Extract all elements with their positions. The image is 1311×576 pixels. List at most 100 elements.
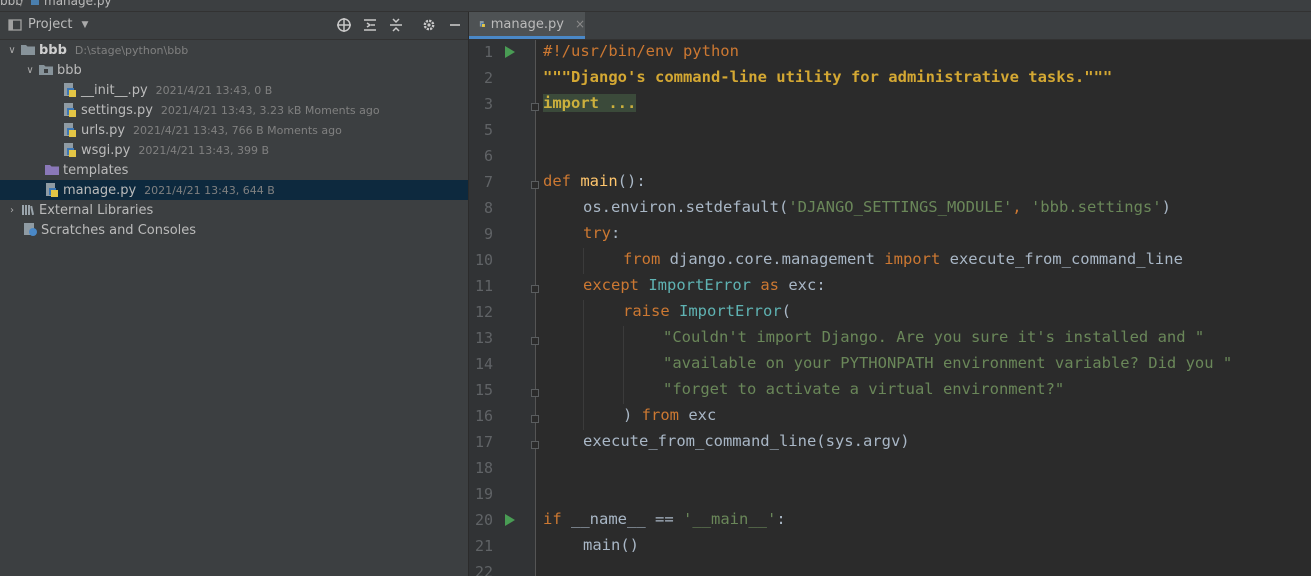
run-icon[interactable] <box>505 514 515 526</box>
python-file-icon <box>64 123 76 137</box>
line-number: 19 <box>474 485 493 503</box>
line-number: 1 <box>483 43 493 61</box>
tree-item-folder[interactable]: templates <box>0 160 468 180</box>
tree-item-label: bbb <box>39 42 67 58</box>
line-number: 12 <box>474 303 493 321</box>
expand-all-icon[interactable] <box>361 16 379 34</box>
fold-icon[interactable] <box>531 103 539 111</box>
indent-guide <box>623 326 624 404</box>
project-view-selector[interactable]: Project ▼ <box>8 17 88 32</box>
tree-item-file[interactable]: urls.py 2021/4/21 13:43, 766 B Moments a… <box>0 120 468 140</box>
line-number: 11 <box>474 277 493 295</box>
line-number: 20 <box>474 511 493 529</box>
tree-item-root[interactable]: ∨ bbb D:\stage\python\bbb <box>0 40 468 60</box>
code-line: if __name__ == '__main__': <box>543 510 786 528</box>
fold-icon[interactable] <box>531 181 539 189</box>
folder-icon <box>21 45 35 55</box>
tree-item-label: urls.py <box>81 122 126 138</box>
line-number: 13 <box>474 329 493 347</box>
project-panel-title: Project <box>28 17 73 32</box>
tree-item-meta: 2021/4/21 13:43, 766 B Moments ago <box>133 123 342 137</box>
code-line: try: <box>583 224 621 242</box>
chevron-right-icon[interactable]: › <box>6 205 18 216</box>
chevron-down-icon[interactable]: ∨ <box>24 65 36 76</box>
project-panel: Project ▼ ∨ bbb D:\stage\python\bbb ∨ bb… <box>0 12 468 576</box>
tree-item-file[interactable]: settings.py 2021/4/21 13:43, 3.23 kB Mom… <box>0 100 468 120</box>
fold-icon[interactable] <box>531 415 539 423</box>
folded-imports[interactable]: import ... <box>543 94 637 112</box>
code-line: os.environ.setdefault('DJANGO_SETTINGS_M… <box>583 198 1171 216</box>
indent-guide <box>583 300 584 430</box>
tree-item-external-libraries[interactable]: › External Libraries <box>0 200 468 220</box>
code-line: """Django's command-line utility for adm… <box>543 68 1113 86</box>
tree-item-label: Scratches and Consoles <box>41 222 197 238</box>
python-file-icon <box>64 103 76 117</box>
tree-item-meta: 2021/4/21 13:43, 399 B <box>138 143 269 157</box>
tree-item-package[interactable]: ∨ bbb <box>0 60 468 80</box>
tab-manage-py[interactable]: manage.py × <box>469 12 585 39</box>
line-number: 7 <box>483 173 493 191</box>
code-line: main() <box>583 536 639 554</box>
tree-item-scratches[interactable]: Scratches and Consoles <box>0 220 468 240</box>
python-file-icon <box>64 143 76 157</box>
locate-icon[interactable] <box>335 16 353 34</box>
code-line: from django.core.management import execu… <box>623 250 1183 268</box>
tree-item-label: manage.py <box>63 182 137 198</box>
line-number: 15 <box>474 381 493 399</box>
breadcrumb-separator: / <box>20 0 25 8</box>
scratches-icon <box>24 223 37 236</box>
line-number: 3 <box>483 95 493 113</box>
code-line: except ImportError as exc: <box>583 276 826 294</box>
tree-item-label: External Libraries <box>39 202 154 218</box>
fold-icon[interactable] <box>531 337 539 345</box>
collapse-all-icon[interactable] <box>387 16 405 34</box>
breadcrumb-file[interactable]: manage.py <box>44 0 112 8</box>
package-folder-icon <box>39 65 53 75</box>
hide-icon[interactable] <box>446 16 464 34</box>
tree-item-file[interactable]: wsgi.py 2021/4/21 13:43, 399 B <box>0 140 468 160</box>
code-line: raise ImportError( <box>623 302 791 320</box>
fold-icon[interactable] <box>531 441 539 449</box>
tree-item-file-selected[interactable]: manage.py 2021/4/21 13:43, 644 B <box>0 180 468 200</box>
code-line: def main(): <box>543 172 646 190</box>
chevron-down-icon: ▼ <box>81 19 89 30</box>
indent-guide <box>583 248 584 274</box>
tree-item-path: D:\stage\python\bbb <box>74 43 189 57</box>
code-line: ) from exc <box>623 406 717 424</box>
line-number: 17 <box>474 433 493 451</box>
code-line: "Couldn't import Django. Are you sure it… <box>663 328 1205 346</box>
tree-item-label: settings.py <box>81 102 153 118</box>
line-number: 8 <box>483 199 493 217</box>
fold-icon[interactable] <box>531 285 539 293</box>
code-line: "forget to activate a virtual environmen… <box>663 380 1065 398</box>
tree-item-label: __init__.py <box>81 82 148 98</box>
line-number: 14 <box>474 355 493 373</box>
code-line: import ... <box>543 94 637 112</box>
breadcrumb: bbb / manage.py <box>0 0 1311 12</box>
tree-item-label: bbb <box>57 62 82 78</box>
run-icon[interactable] <box>505 46 515 58</box>
line-number: 6 <box>483 147 493 165</box>
code-line: #!/usr/bin/env python <box>543 42 739 60</box>
chevron-down-icon[interactable]: ∨ <box>6 45 18 56</box>
line-number: 21 <box>474 537 493 555</box>
settings-icon[interactable] <box>420 16 438 34</box>
code-line: execute_from_command_line(sys.argv) <box>583 432 910 450</box>
line-number: 10 <box>474 251 493 269</box>
python-file-icon <box>64 83 76 97</box>
tree-item-meta: 2021/4/21 13:43, 0 B <box>155 83 273 97</box>
python-file-icon <box>31 0 39 5</box>
close-icon[interactable]: × <box>575 17 585 31</box>
gutter-divider <box>535 40 536 576</box>
tab-label: manage.py <box>490 16 564 32</box>
tree-item-label: wsgi.py <box>81 142 131 158</box>
tree-item-meta: 2021/4/21 13:43, 644 B <box>144 183 275 197</box>
code-editor[interactable]: 1 2 3 5 6 7 8 9 10 11 12 13 14 15 16 17 … <box>469 40 1311 576</box>
project-panel-header: Project ▼ <box>0 12 468 40</box>
libraries-icon <box>22 205 35 216</box>
fold-icon[interactable] <box>531 389 539 397</box>
line-number: 16 <box>474 407 493 425</box>
tree-item-file[interactable]: __init__.py 2021/4/21 13:43, 0 B <box>0 80 468 100</box>
editor-tab-bar: manage.py × <box>469 12 1311 40</box>
project-icon <box>8 18 22 31</box>
